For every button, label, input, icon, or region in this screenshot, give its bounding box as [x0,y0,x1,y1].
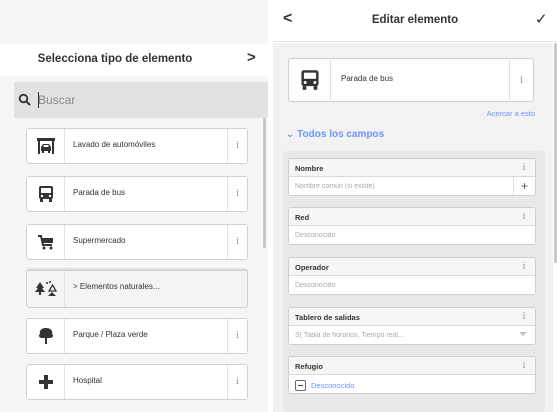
operator-input[interactable] [289,276,535,294]
shelter-checkbox[interactable]: Desconocido [295,379,354,391]
info-icon[interactable]: i [513,258,535,276]
info-icon[interactable]: i [227,129,247,163]
field-name: Nombre i + [288,158,536,196]
info-icon[interactable]: i [227,177,247,211]
search-icon [18,93,31,106]
selected-preset-button[interactable]: Parada de bus i [288,58,534,102]
departures-board-combo[interactable] [289,326,513,344]
field-departures-board: Tablero de salidas i [288,307,536,345]
preset-category-natural-features[interactable]: > Elementos naturales... [26,270,248,308]
info-icon[interactable]: i [227,319,247,353]
preset-item-hospital[interactable]: Hospital i [26,364,248,400]
preset-search-bar [14,82,268,118]
preset-label: Parada de bus [73,188,126,197]
preset-label: Hospital [73,376,102,385]
done-button[interactable]: ✓ [535,10,548,28]
shopping-cart-icon [27,225,65,259]
entity-editor-body: Parada de bus i Acercar a esto ⌄ Todos l… [273,43,553,412]
preset-search-input[interactable] [38,88,264,112]
all-fields-label: Todos los campos [297,129,385,140]
field-label: Tablero de salidas [289,308,515,326]
preset-item-bus-stop[interactable]: Parada de bus i [26,176,248,212]
preset-picker-title: Selecciona tipo de elemento [37,53,193,65]
natural-features-icon [27,271,65,307]
preset-category-label: > Elementos naturales... [73,282,160,291]
info-icon[interactable]: i [513,308,535,326]
all-fields-toggle[interactable]: ⌄ Todos los campos [286,129,384,140]
zoom-to-link[interactable]: Acercar a esto [487,109,535,118]
name-input[interactable] [289,177,513,195]
hospital-cross-icon [27,365,65,399]
field-shelter: Refugio i Desconocido [288,356,536,394]
field-network: Red i [288,207,536,245]
chevron-down-icon: ⌄ [286,129,295,140]
preset-picker-header: Selecciona tipo de elemento > [0,44,268,76]
forward-button[interactable]: > [247,49,256,66]
selected-preset-label: Parada de bus [341,74,394,83]
field-label: Red [289,208,515,226]
car-wash-icon [27,129,65,163]
info-icon[interactable]: i [513,208,535,226]
field-operator: Operador i [288,257,536,295]
chevron-down-icon[interactable] [519,332,527,336]
entity-editor-header: < Editar elemento ✓ [273,0,557,42]
checkbox-indeterminate-icon [295,379,306,391]
entity-editor-title: Editar elemento [371,14,459,26]
network-input[interactable] [289,226,535,244]
info-icon[interactable]: i [513,159,535,177]
preset-item-supermarket[interactable]: Supermercado i [26,224,248,260]
add-localized-name-button[interactable]: + [513,177,535,195]
field-label: Refugio [289,357,515,375]
entity-editor-panel: < Editar elemento ✓ Parada de bus i Acer… [273,0,557,412]
preset-label: Parque / Plaza verde [73,330,148,339]
field-label: Operador [289,258,515,276]
bus-icon [289,59,331,101]
fields-container: Nombre i + Red i Operador i Tablero de s… [283,151,545,412]
preset-item-park[interactable]: Parque / Plaza verde i [26,318,248,354]
bus-icon [27,177,65,211]
preset-picker-panel: Selecciona tipo de elemento > Buscar Lav… [0,0,268,412]
info-icon[interactable]: i [513,357,535,375]
preset-label: Supermercado [73,236,126,245]
info-icon[interactable]: i [509,59,533,101]
info-icon[interactable]: i [227,365,247,399]
info-icon[interactable]: i [227,225,247,259]
preset-list-scrollbar[interactable] [263,118,266,248]
field-label: Nombre [289,159,515,177]
preset-label: Lavado de automóviles [73,140,156,149]
preset-item-car-wash[interactable]: Lavado de automóviles i [26,128,248,164]
shelter-checkbox-label: Desconocido [311,380,355,390]
tree-icon [27,319,65,353]
